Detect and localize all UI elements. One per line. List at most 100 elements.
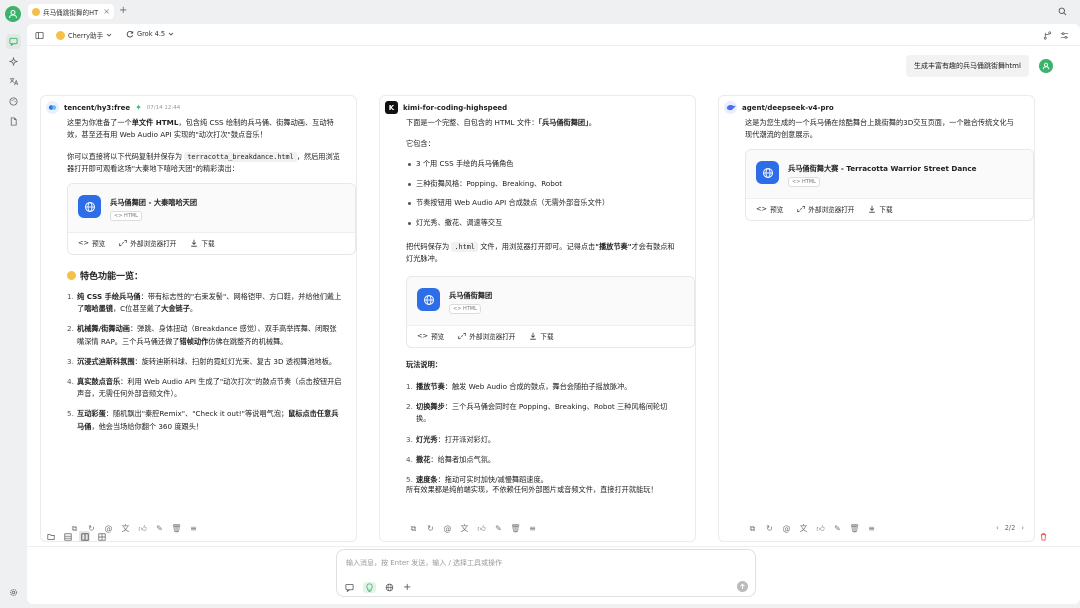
tab-emoji-icon: [32, 7, 40, 16]
star-icon: ✦: [135, 103, 142, 112]
save-instruction: 你可以直接将以下代码复制并保存为 terracotta_breakdance.h…: [67, 152, 340, 174]
edit-icon[interactable]: ✎: [494, 524, 503, 533]
add-icon[interactable]: +: [403, 583, 411, 593]
mention-icon[interactable]: @: [443, 524, 452, 533]
layout-columns-icon[interactable]: [79, 531, 90, 542]
model-label: tencent/hy3:free: [64, 103, 131, 112]
contains-item: 三种街舞风格：Popping、Breaking、Robot: [406, 178, 681, 190]
message-toolbar: ⧉ ↻ @ 文 👍︎ ✎ 🗑︎ ≡: [409, 524, 537, 534]
response-card-deepseek: agent/deepseek-v4-pro 这是为您生成的一个兵马俑在炫酷舞台上…: [718, 95, 1035, 542]
settings-icon[interactable]: [6, 585, 21, 600]
sidebar-toggle-icon[interactable]: [35, 31, 44, 40]
translate-icon[interactable]: 文: [460, 524, 469, 533]
tab-close-icon[interactable]: ×: [103, 7, 110, 16]
divider: [27, 546, 1080, 547]
artifact-title: 兵马俑舞团 - 大秦嘻哈天团: [110, 198, 198, 207]
equalizer-icon[interactable]: [1060, 31, 1069, 40]
message-input[interactable]: 输入消息，按 Enter 发送，输入 / 选择工具或操作: [346, 558, 502, 568]
download-button[interactable]: 下载: [868, 204, 893, 214]
response-card-kimi: K kimi-for-coding-highspeed 下面是一个完整、自包含的…: [379, 95, 696, 542]
open-external-button[interactable]: 外部浏览器打开: [119, 238, 176, 248]
intro-paragraph: 这是为您生成的一个兵马俑在炫酷舞台上跳街舞的3D交互页面，一个融合传统文化与现代…: [745, 118, 1014, 140]
contains-label: 它包含：: [406, 139, 435, 148]
copy-icon[interactable]: ⧉: [409, 524, 418, 533]
regenerate-icon[interactable]: ↻: [765, 524, 774, 533]
regenerate-icon[interactable]: ↻: [426, 524, 435, 533]
edit-icon[interactable]: ✎: [155, 524, 164, 533]
translate-icon[interactable]: [6, 74, 21, 89]
model-selector[interactable]: Grok 4.5: [126, 30, 174, 38]
play-item: 3. 灯光秀：打开派对彩灯。: [406, 434, 496, 444]
tab-bar: 兵马俑跳街舞的HT × +: [27, 0, 1080, 24]
response-header: tencent/hy3:free ✦ 07/14 12:44: [46, 101, 180, 114]
link-icon: [119, 239, 128, 247]
translate-icon[interactable]: 文: [799, 524, 808, 533]
layout-fold-icon[interactable]: [45, 531, 56, 542]
intro-paragraph: 下面是一个完整、自包含的 HTML 文件：「兵马俑街舞团」。: [406, 118, 596, 127]
assistant-selector[interactable]: Cherry助手: [56, 30, 112, 40]
artifact-actions: <> 预览 外部浏览器打开 下载: [756, 198, 893, 220]
preview-button[interactable]: <> 预览: [417, 331, 444, 341]
composer-tools: +: [345, 582, 411, 593]
party-emoji-icon: [67, 271, 76, 280]
code-icon: <>: [417, 332, 429, 340]
palette-icon[interactable]: [6, 94, 21, 109]
preview-button[interactable]: <> 预览: [78, 238, 105, 248]
web-search-icon[interactable]: [385, 583, 394, 592]
chat-icon[interactable]: [6, 34, 21, 49]
artifact-card[interactable]: 兵马俑街舞团 <> HTML <> 预览 外部浏览器打开 下载: [406, 276, 695, 348]
delete-icon[interactable]: 🗑︎: [849, 524, 859, 533]
play-heading: 玩法说明：: [406, 360, 442, 369]
download-button[interactable]: 下载: [529, 331, 554, 341]
contains-item: 3 个用 CSS 手绘的兵马俑角色: [406, 158, 681, 170]
artifact-card[interactable]: 兵马俑舞团 - 大秦嘻哈天团 <> HTML <> 预览 外部浏览器打开 下载: [67, 183, 356, 255]
sparkle-icon[interactable]: [6, 54, 21, 69]
more-icon[interactable]: ≡: [867, 524, 876, 533]
user-message-text: 生成丰富有趣的兵马俑跳街舞html: [914, 62, 1021, 70]
new-tab-button[interactable]: +: [119, 5, 127, 16]
play-list: 1. 播放节奏：触发 Web Audio 合成的鼓点，舞台会随拍子摇放脉冲。 2. 切…: [406, 381, 681, 494]
html-badge: <> HTML: [449, 304, 481, 314]
files-icon[interactable]: [6, 114, 21, 129]
delete-icon[interactable]: 🗑︎: [171, 524, 181, 533]
main-panel: Cherry助手 Grok 4.5 生成丰富有趣的兵马俑跳街舞html tenc…: [27, 24, 1080, 604]
next-icon[interactable]: ›: [1021, 524, 1024, 532]
thumbs-up-icon[interactable]: 👍︎: [816, 524, 825, 533]
play-item: 2. 切换舞步：三个兵马俑会同时在 Popping、Breaking、Robot …: [406, 402, 668, 424]
open-external-button[interactable]: 外部浏览器打开: [797, 204, 854, 214]
attachment-icon[interactable]: [345, 583, 354, 592]
send-button[interactable]: [737, 581, 748, 592]
arrow-up-icon: [740, 583, 745, 589]
response-header: agent/deepseek-v4-pro: [724, 101, 834, 114]
branch-icon[interactable]: [1043, 31, 1052, 40]
search-icon[interactable]: [1058, 7, 1067, 16]
download-button[interactable]: 下载: [190, 238, 215, 248]
prev-icon[interactable]: ‹: [996, 524, 999, 532]
closing-text: 所有效果都是纯前端实现，不依赖任何外部图片或音频文件，直接打开就能玩！: [406, 485, 658, 494]
more-icon[interactable]: ≡: [189, 524, 198, 533]
thumbs-up-icon[interactable]: 👍︎: [138, 524, 147, 533]
mention-icon[interactable]: @: [782, 524, 791, 533]
open-external-button[interactable]: 外部浏览器打开: [458, 331, 515, 341]
response-card-hy3: tencent/hy3:free ✦ 07/14 12:44 这里为你准备了一个…: [40, 95, 357, 542]
copy-icon[interactable]: ⧉: [748, 524, 757, 533]
save-instruction: 把代码保存为 .html 文件，用浏览器打开即可。记得点击"播放节奏"才会有鼓点…: [406, 242, 675, 264]
delete-icon[interactable]: 🗑︎: [510, 524, 520, 533]
edit-icon[interactable]: ✎: [833, 524, 842, 533]
layout-list-icon[interactable]: [62, 531, 73, 542]
preview-button[interactable]: <> 预览: [756, 204, 783, 214]
lightbulb-icon[interactable]: [363, 582, 376, 593]
user-avatar[interactable]: [5, 6, 21, 22]
code-icon: <>: [756, 205, 768, 213]
features-list: 1. 纯 CSS 手绘兵马俑：带有标志性的"右束发髻"、网格铠甲、方口鞋，并给他们…: [67, 291, 342, 441]
feature-item: 3. 沉浸式迪斯科氛围：旋转迪斯科球、扫射的霓虹灯光束、复古 3D 透视舞池地板。: [67, 356, 337, 366]
more-icon[interactable]: ≡: [528, 524, 537, 533]
artifact-card[interactable]: 兵马俑街舞大赛 - Terracotta Warrior Street Danc…: [745, 149, 1034, 221]
thumbs-up-icon[interactable]: 👍︎: [477, 524, 486, 533]
globe-icon: [417, 288, 440, 311]
translate-icon[interactable]: 文: [121, 524, 130, 533]
delete-all-icon[interactable]: [1039, 532, 1048, 541]
message-composer: 输入消息，按 Enter 发送，输入 / 选择工具或操作 +: [336, 549, 756, 597]
layout-grid-icon[interactable]: [96, 531, 107, 542]
tab-active[interactable]: 兵马俑跳街舞的HT ×: [28, 4, 114, 19]
